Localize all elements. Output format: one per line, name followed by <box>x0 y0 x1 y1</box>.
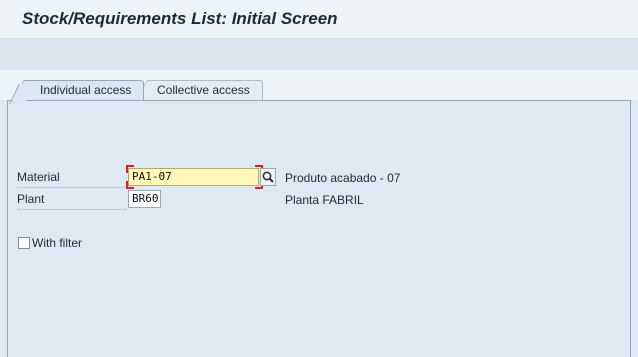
required-marker <box>126 181 134 189</box>
material-label: Material <box>17 168 127 188</box>
tab-label: Collective access <box>157 83 250 97</box>
material-input[interactable]: PA1-07 <box>128 168 259 186</box>
required-marker <box>126 165 134 173</box>
title-bar: Stock/Requirements List: Initial Screen <box>0 0 638 39</box>
tab-content-panel <box>7 100 631 357</box>
with-filter-checkbox[interactable] <box>18 237 30 249</box>
search-icon <box>262 171 274 183</box>
plant-label: Plant <box>17 190 127 210</box>
application-toolbar <box>0 39 638 71</box>
tab-label: Individual access <box>40 83 132 97</box>
tabstrip: Individual access Collective access <box>0 70 638 100</box>
material-description: Produto acabado - 07 <box>285 171 401 185</box>
plant-description: Planta FABRIL <box>285 193 364 207</box>
value-help-button[interactable] <box>260 168 276 186</box>
page-title: Stock/Requirements List: Initial Screen <box>22 9 338 28</box>
tab-collective-access[interactable]: Collective access <box>146 80 263 100</box>
with-filter-label[interactable]: With filter <box>32 236 82 250</box>
tab-individual-access[interactable]: Individual access <box>22 80 144 100</box>
plant-input[interactable]: BR60 <box>128 190 161 208</box>
